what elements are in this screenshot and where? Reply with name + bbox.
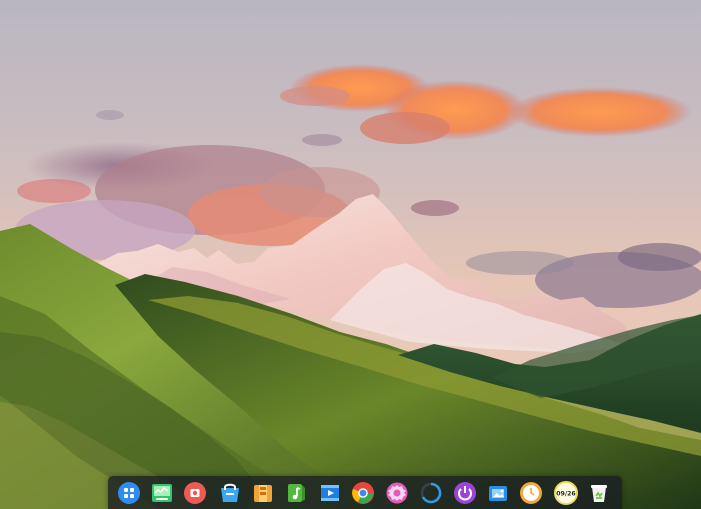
desktop: launcher system-monitor screen-recorder	[0, 0, 701, 509]
dock-launcher[interactable]: launcher	[117, 481, 141, 505]
dock-video-player[interactable]: video-player	[318, 481, 342, 505]
dock-screen-recorder[interactable]: screen-recorder	[183, 481, 207, 505]
dock-chrome-browser[interactable]: chrome-browser	[351, 481, 375, 505]
taskbar-dock: launcher system-monitor screen-recorder	[108, 476, 622, 509]
dock-loading-app[interactable]: loading-app	[419, 481, 443, 505]
launcher-icon	[118, 482, 140, 504]
dock-music-player[interactable]: music-player	[284, 481, 308, 505]
dock-settings[interactable]: settings	[385, 481, 409, 505]
dock-archive-manager[interactable]: archive-manager	[251, 481, 275, 505]
screen-recorder-icon	[184, 482, 206, 504]
dock-trash[interactable]: trash	[587, 481, 611, 505]
system-monitor-icon	[152, 484, 172, 502]
settings-gear-icon	[386, 482, 408, 504]
dock-system-monitor[interactable]: system-monitor	[150, 481, 174, 505]
trash-icon	[591, 485, 607, 502]
video-player-icon	[321, 485, 339, 501]
wallpaper-image	[0, 0, 701, 509]
loading-ring-icon	[420, 482, 442, 504]
screenshot-icon	[489, 486, 507, 501]
clock-icon	[520, 482, 542, 504]
power-icon	[454, 482, 476, 504]
dock-app-store[interactable]: app-store	[218, 481, 242, 505]
chrome-icon	[352, 482, 374, 504]
dock-clock[interactable]: clock	[519, 481, 543, 505]
app-store-icon	[221, 483, 239, 502]
dock-screenshot[interactable]: screenshot	[486, 481, 510, 505]
archive-manager-icon	[254, 485, 272, 502]
date-icon: 09/26	[554, 481, 578, 505]
dock-date-time[interactable]: 09/26 date-time	[554, 481, 578, 505]
music-player-icon	[288, 484, 305, 502]
svg-text:09/26: 09/26	[556, 491, 575, 498]
dock-power[interactable]: power	[453, 481, 477, 505]
